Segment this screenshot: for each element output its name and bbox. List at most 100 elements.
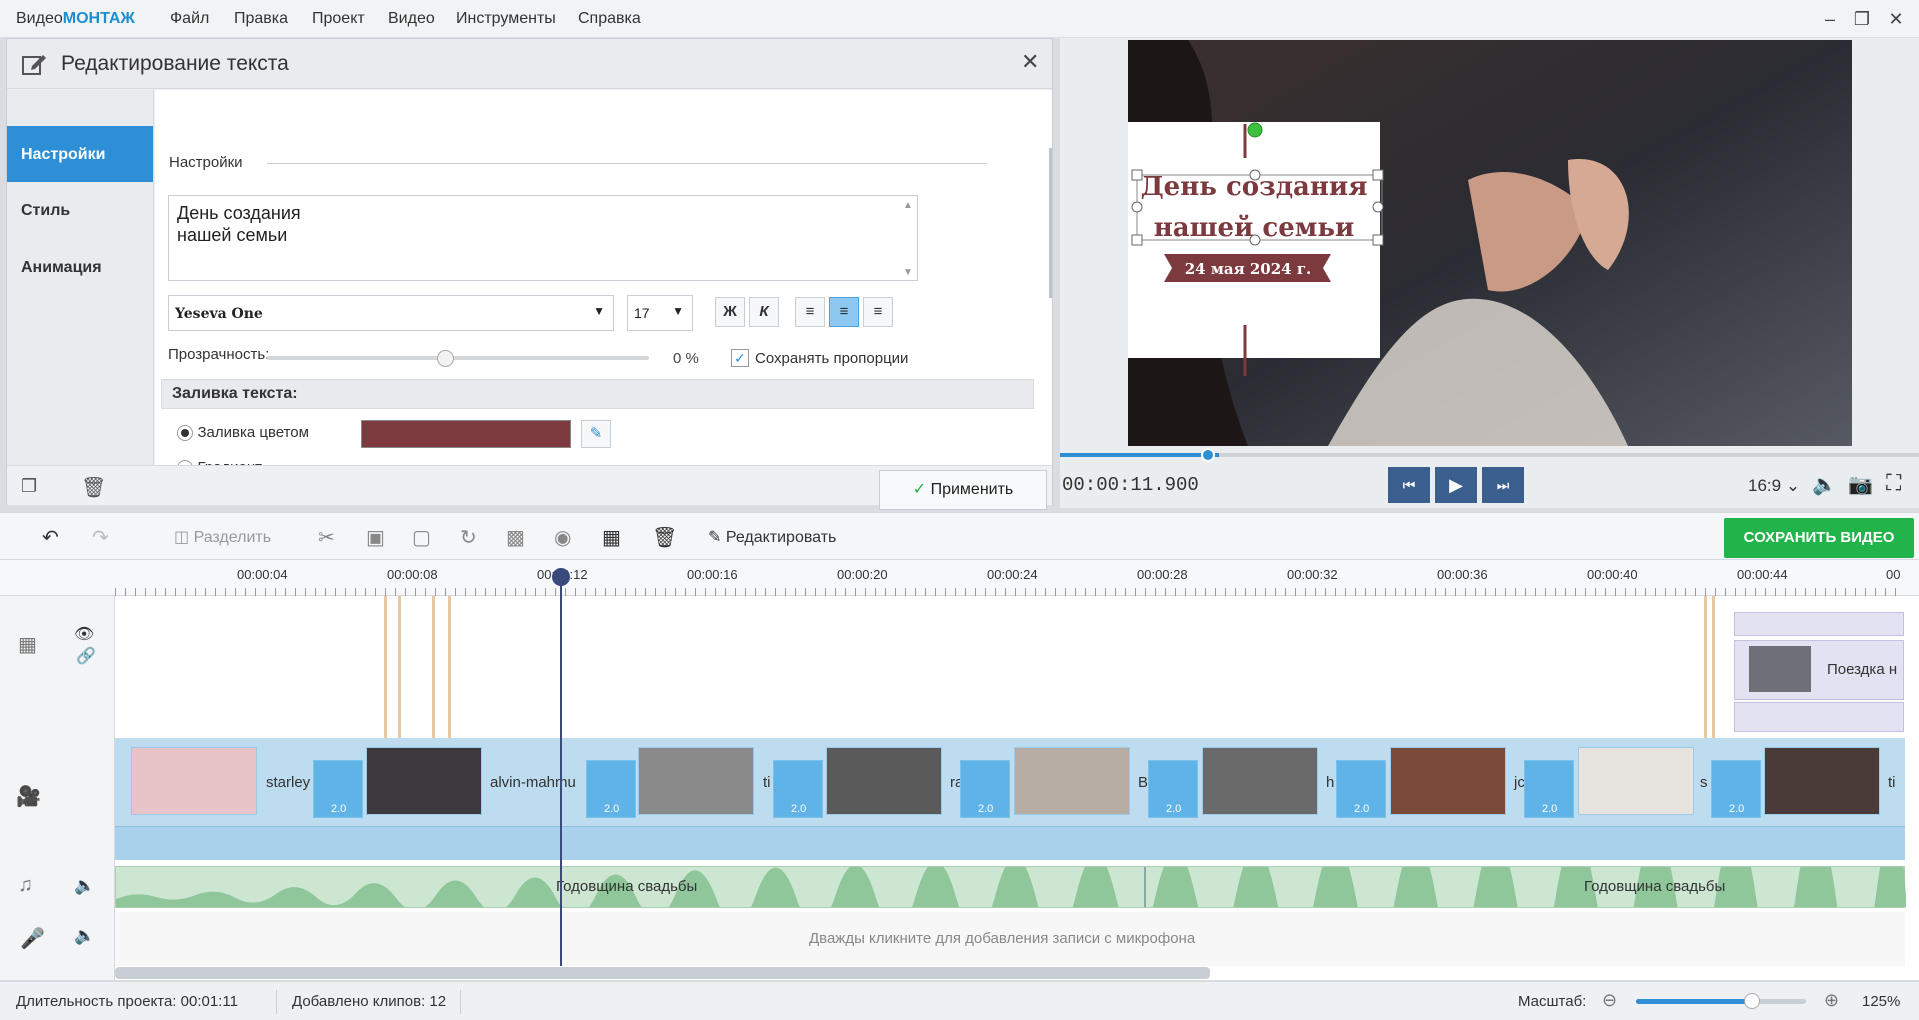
transition-value: 2.0 [1542,803,1558,815]
panel-scrollbar[interactable] [1049,148,1052,298]
tick-label: 00:00:04 [237,567,288,582]
opacity-slider-handle[interactable] [437,350,454,367]
tab-settings[interactable]: Настройки [7,126,153,182]
redo-icon[interactable]: ↷ [92,525,109,550]
undo-icon[interactable]: ↶ [42,525,59,550]
fill-color-radio[interactable]: Заливка цветом [177,424,309,442]
rotate-icon[interactable]: ↻ [460,525,477,550]
cut-icon[interactable]: ✂ [318,525,335,550]
edit-button[interactable]: ✎ Редактировать [708,527,836,547]
minimize-icon[interactable]: – [1816,6,1844,32]
scroll-down-icon[interactable]: ▼ [903,267,913,278]
transition-value: 2.0 [604,803,620,815]
font-select[interactable]: Yeseva One ▼ [168,295,614,331]
font-size-select[interactable]: 17 ▼ [627,295,693,331]
video-frame[interactable]: День создания нашей семьи 24 мая 2024 г. [1128,40,1852,446]
fill-color-swatch[interactable] [361,420,571,448]
align-left-button[interactable]: ≡ [795,297,825,327]
keep-proportions-checkbox[interactable]: ✓ [731,349,749,367]
stabilize-icon[interactable]: ◉ [554,525,571,550]
app-title: ВидеоМОНТАЖ [16,10,135,27]
clip-thumbnail[interactable] [1014,747,1130,815]
transition-value: 2.0 [1354,803,1370,815]
close-window-icon[interactable]: ✕ [1882,6,1910,32]
overlay-track-icon: ▦ [18,634,37,656]
zoom-in-icon[interactable]: ⊕ [1824,990,1839,1011]
music-volume-icon[interactable]: 🔈 [74,876,95,896]
apply-button[interactable]: ✓ Применить [879,470,1047,510]
prev-frame-icon[interactable]: ⏮ [1388,467,1430,503]
clip-thumbnail[interactable] [1202,747,1318,815]
link-icon[interactable]: 🔗 [76,646,96,666]
tick-label: 00:00:32 [1287,567,1338,582]
clip-label: ti [763,774,771,791]
playhead-handle[interactable] [1201,448,1215,462]
frame-icon[interactable]: ▢ [412,525,431,550]
add-clip-icon[interactable]: ▦ [602,525,621,550]
marker-line [398,596,401,738]
clip-label: starley [266,774,311,791]
text-input[interactable]: День создания нашей семьи [168,195,918,281]
scroll-up-icon[interactable]: ▲ [903,200,913,211]
zoom-out-icon[interactable]: ⊖ [1602,990,1617,1011]
close-panel-icon[interactable]: ✕ [1021,49,1039,75]
scale-label: Масштаб: [1518,993,1587,1010]
delete-clip-icon[interactable]: 🗑 [652,525,677,550]
menu-edit[interactable]: Правка [234,10,288,28]
align-right-button[interactable]: ≡ [863,297,893,327]
playhead-head[interactable] [552,568,570,586]
section-title: Настройки [169,154,243,171]
clip-thumbnail[interactable] [638,747,754,815]
fullscreen-icon[interactable]: ⛶ [1886,470,1901,496]
overlay-text-clip[interactable] [1734,612,1904,636]
music-track-icon: ♫ [18,874,33,896]
clip-thumbnail[interactable] [1764,747,1880,815]
clip-thumbnail[interactable] [131,747,257,815]
split-button[interactable]: ◫ Разделить [174,527,271,547]
play-icon[interactable]: ▶ [1435,467,1477,503]
panel-footer: ❐ 🗑 ✓ Применить [7,465,1052,510]
menu-file[interactable]: Файл [170,10,209,28]
timeline-scrollbar[interactable] [115,967,1210,979]
aspect-ratio-select[interactable]: 16:9 ⌄ [1748,476,1800,496]
bold-button[interactable]: Ж [715,297,745,327]
clip-thumbnail[interactable] [366,747,482,815]
mic-track[interactable]: Дважды кликните для добавления записи с … [115,912,1905,966]
music-track[interactable]: Годовщина свадьбы Годовщина свадьбы [115,866,1906,908]
align-center-button[interactable]: ≡ [829,297,859,327]
opacity-slider[interactable] [267,356,649,360]
duplicate-icon[interactable]: ❐ [21,476,37,497]
timeline-playhead[interactable] [560,574,562,966]
menu-video[interactable]: Видео [388,10,435,28]
trash-icon[interactable]: 🗑 [81,475,106,500]
clip-thumbnail[interactable] [1390,747,1506,815]
tick-label: 00:00:16 [687,567,738,582]
next-frame-icon[interactable]: ⏭ [1482,467,1524,503]
eye-icon[interactable]: 👁 [74,624,94,644]
clip-thumbnail[interactable] [1578,747,1694,815]
tab-style[interactable]: Стиль [7,182,153,238]
zoom-slider-handle[interactable] [1744,993,1760,1009]
mic-volume-icon[interactable]: 🔈 [74,926,95,946]
crop-icon[interactable]: ▣ [366,525,385,550]
timeline-ruler[interactable]: 00:00:04 00:00:08 00:00:12 00:00:16 00:0… [0,560,1919,596]
camera-icon[interactable]: 📷 [1848,472,1873,497]
speed-icon[interactable]: ▩ [506,525,525,550]
overlay-clip-lower[interactable] [1734,702,1904,732]
overlay-video-clip[interactable]: Поездка н [1734,640,1904,700]
eyedropper-icon[interactable]: ✎ [581,420,611,448]
menu-project[interactable]: Проект [312,10,365,28]
status-divider [460,990,461,1014]
track-headers: ▦ 👁 🔗 🎥 ♫ 🔈 🎤 🔈 [0,596,115,980]
clip-thumbnail[interactable] [826,747,942,815]
tab-animation[interactable]: Анимация [7,239,153,295]
save-video-button[interactable]: СОХРАНИТЬ ВИДЕО [1724,518,1914,558]
menu-help[interactable]: Справка [578,10,641,28]
menu-tools[interactable]: Инструменты [456,10,556,28]
playback-progress[interactable] [1060,453,1919,457]
italic-button[interactable]: К [749,297,779,327]
volume-icon[interactable]: 🔈 [1812,472,1837,497]
restore-icon[interactable]: ❐ [1848,6,1876,32]
ruler-ticks [115,588,1905,596]
zoom-slider[interactable] [1636,999,1806,1004]
